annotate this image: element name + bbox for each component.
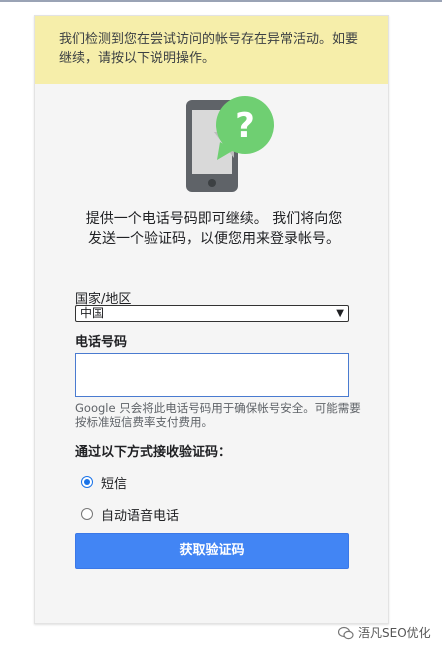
watermark-text: 浯凡SEO优化	[358, 626, 431, 640]
phone-hint: Google 只会将此电话号码用于确保帐号安全。可能需要按标准短信费率支付费用。	[75, 401, 361, 429]
wechat-icon	[338, 626, 354, 639]
top-border	[0, 0, 442, 2]
chevron-down-icon: ▼	[336, 308, 344, 319]
voice-call-option[interactable]: 自动语音电话	[81, 505, 180, 524]
country-selected-value: 中国	[80, 306, 105, 320]
country-select[interactable]: 中国 ▼	[75, 305, 349, 322]
intro-text: 提供一个电话号码即可继续。 我们将向您发送一个验证码，以便您用来登录帐号。	[85, 211, 343, 247]
sms-radio[interactable]	[81, 476, 93, 488]
sms-label: 短信	[101, 476, 128, 492]
phone-label: 电话号码	[75, 335, 128, 350]
voice-call-label: 自动语音电话	[101, 508, 180, 524]
verification-card: 我们检测到您在尝试访问的帐号存在异常活动。如要继续，请按以下说明操作。 ? 提供…	[34, 15, 389, 624]
notice-text: 我们检测到您在尝试访问的帐号存在异常活动。如要继续，请按以下说明操作。	[59, 32, 359, 66]
phone-input[interactable]	[75, 353, 349, 397]
method-label: 通过以下方式接收验证码：	[75, 445, 232, 460]
sms-option[interactable]: 短信	[81, 473, 128, 492]
svg-text:?: ?	[235, 106, 255, 146]
unusual-activity-notice: 我们检测到您在尝试访问的帐号存在异常活动。如要继续，请按以下说明操作。	[35, 16, 388, 84]
get-code-button[interactable]: 获取验证码	[75, 533, 349, 569]
voice-call-radio[interactable]	[81, 508, 93, 520]
phone-question-icon: ?	[186, 96, 274, 192]
watermark: 浯凡SEO优化	[338, 624, 431, 641]
